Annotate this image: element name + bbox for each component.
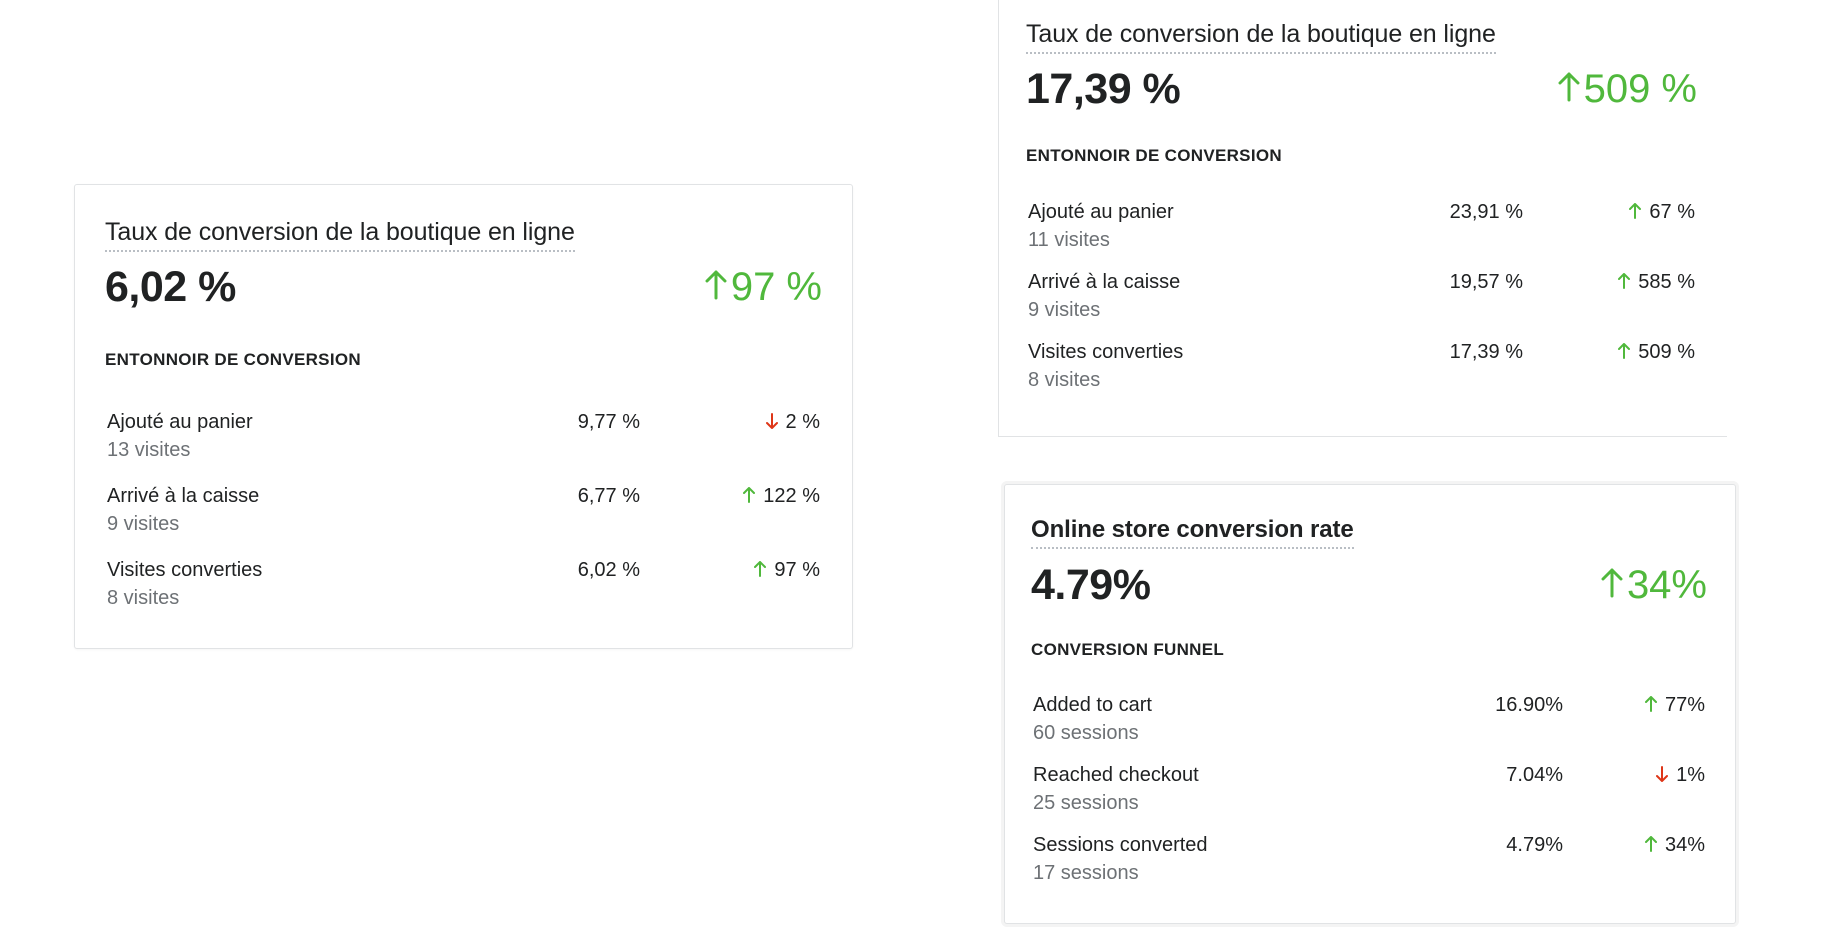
- row-change: 1%: [1656, 764, 1705, 787]
- row-change: 97 %: [754, 559, 820, 582]
- row-change: 67 %: [1629, 201, 1695, 224]
- arrow-up-icon: [1644, 696, 1657, 715]
- row-sessions: 13 visites: [107, 439, 191, 461]
- conversion-card-en: Online store conversion rate 4.79% 34% C…: [1004, 484, 1736, 924]
- funnel-heading: ENTONNOIR DE CONVERSION: [105, 350, 361, 369]
- card-title[interactable]: Taux de conversion de la boutique en lig…: [105, 218, 575, 252]
- row-sessions: 8 visites: [107, 587, 180, 609]
- funnel-row-added-to-cart: Ajouté au panier 11 visites 23,91 % 67 %: [1028, 201, 1695, 263]
- row-change-value: 34%: [1664, 834, 1705, 856]
- row-rate: 19,57 %: [1449, 271, 1523, 293]
- conversion-rate-value: 4.79%: [1031, 561, 1151, 609]
- arrow-down-icon: [765, 413, 778, 432]
- arrow-up-icon: [1601, 563, 1623, 608]
- card-title[interactable]: Online store conversion rate: [1031, 516, 1354, 549]
- row-rate: 23,91 %: [1449, 201, 1523, 223]
- row-label: Reached checkout: [1033, 764, 1199, 786]
- row-label: Arrivé à la caisse: [107, 485, 260, 507]
- card-title[interactable]: Taux de conversion de la boutique en lig…: [1026, 20, 1496, 54]
- row-change: 34%: [1644, 834, 1705, 857]
- row-change-value: 122 %: [763, 485, 820, 507]
- arrow-up-icon: [1644, 836, 1657, 855]
- row-sessions: 25 sessions: [1033, 792, 1139, 814]
- conversion-rate-change: 509 %: [1558, 67, 1697, 112]
- arrow-down-icon: [1656, 766, 1669, 785]
- row-label: Visites converties: [107, 559, 263, 581]
- arrow-up-icon: [1558, 67, 1580, 112]
- funnel-row-added-to-cart: Added to cart 60 sessions 16.90% 77%: [1033, 694, 1705, 756]
- row-change-value: 509 %: [1638, 341, 1695, 363]
- funnel-row-sessions-converted: Visites converties 8 visites 17,39 % 509…: [1028, 341, 1695, 403]
- conversion-rate-change: 34%: [1601, 563, 1707, 608]
- row-change-value: 77%: [1664, 694, 1705, 716]
- row-label: Ajouté au panier: [107, 411, 253, 433]
- row-rate: 6,77 %: [577, 485, 640, 507]
- row-label: Arrivé à la caisse: [1028, 271, 1181, 293]
- arrow-up-icon: [1618, 343, 1631, 362]
- conversion-card-fr-right: Taux de conversion de la boutique en lig…: [998, 0, 1727, 437]
- row-change-value: 2 %: [785, 411, 820, 433]
- row-label: Visites converties: [1028, 341, 1184, 363]
- row-label: Ajouté au panier: [1028, 201, 1174, 223]
- funnel-row-reached-checkout: Reached checkout 25 sessions 7.04% 1%: [1033, 764, 1705, 826]
- row-change: 585 %: [1618, 271, 1695, 294]
- conversion-card-fr-left: Taux de conversion de la boutique en lig…: [74, 184, 853, 649]
- row-rate: 7.04%: [1506, 764, 1563, 786]
- change-value: 97 %: [730, 265, 822, 309]
- conversion-rate-change: 97 %: [705, 265, 822, 310]
- funnel-row-reached-checkout: Arrivé à la caisse 9 visites 6,77 % 122 …: [107, 485, 820, 547]
- row-change-value: 1%: [1676, 764, 1705, 786]
- conversion-rate-value: 17,39 %: [1026, 65, 1181, 113]
- row-change: 122 %: [743, 485, 820, 508]
- row-sessions: 11 visites: [1028, 229, 1110, 251]
- row-change: 77%: [1644, 694, 1705, 717]
- funnel-row-reached-checkout: Arrivé à la caisse 9 visites 19,57 % 585…: [1028, 271, 1695, 333]
- arrow-up-icon: [1629, 203, 1642, 222]
- row-change-value: 585 %: [1638, 271, 1695, 293]
- funnel-row-sessions-converted: Visites converties 8 visites 6,02 % 97 %: [107, 559, 820, 621]
- row-sessions: 60 sessions: [1033, 722, 1139, 744]
- row-sessions: 9 visites: [1028, 299, 1101, 321]
- conversion-rate-value: 6,02 %: [105, 263, 236, 311]
- change-value: 34%: [1626, 563, 1707, 607]
- funnel-heading: CONVERSION FUNNEL: [1031, 640, 1225, 659]
- arrow-up-icon: [705, 265, 727, 310]
- arrow-up-icon: [1618, 273, 1631, 292]
- row-rate: 4.79%: [1506, 834, 1563, 856]
- arrow-up-icon: [754, 561, 767, 580]
- row-sessions: 17 sessions: [1033, 862, 1139, 884]
- row-rate: 16.90%: [1495, 694, 1563, 716]
- funnel-heading: ENTONNOIR DE CONVERSION: [1026, 146, 1282, 165]
- row-rate: 17,39 %: [1449, 341, 1523, 363]
- row-change: 2 %: [765, 411, 820, 434]
- row-label: Sessions converted: [1033, 834, 1208, 856]
- row-label: Added to cart: [1033, 694, 1152, 716]
- arrow-up-icon: [743, 487, 756, 506]
- row-change-value: 97 %: [774, 559, 820, 581]
- funnel-row-sessions-converted: Sessions converted 17 sessions 4.79% 34%: [1033, 834, 1705, 896]
- row-sessions: 8 visites: [1028, 369, 1101, 391]
- row-sessions: 9 visites: [107, 513, 180, 535]
- row-rate: 6,02 %: [577, 559, 640, 581]
- change-value: 509 %: [1583, 67, 1697, 111]
- row-change-value: 67 %: [1649, 201, 1695, 223]
- row-rate: 9,77 %: [577, 411, 640, 433]
- row-change: 509 %: [1618, 341, 1695, 364]
- funnel-row-added-to-cart: Ajouté au panier 13 visites 9,77 % 2 %: [107, 411, 820, 473]
